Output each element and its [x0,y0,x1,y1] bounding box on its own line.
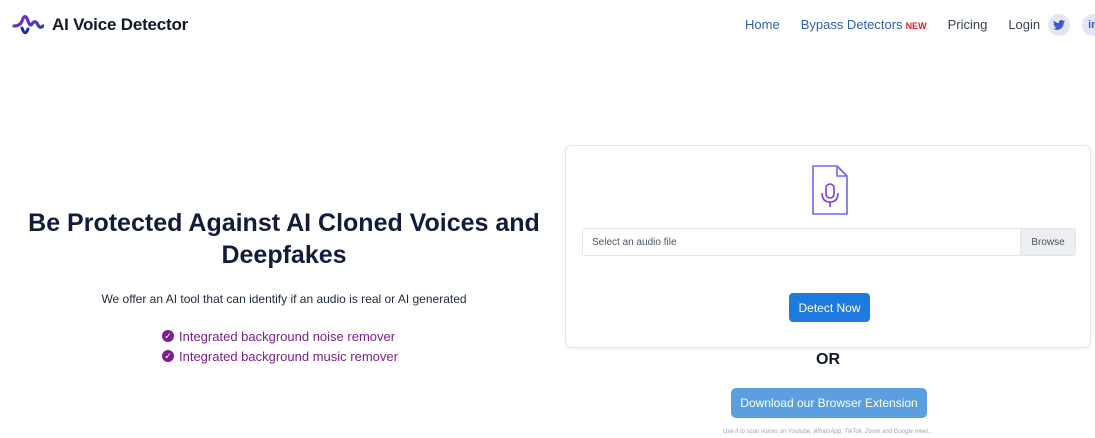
twitter-icon[interactable] [1048,14,1070,36]
feature-list: ✓ Integrated background noise remover ✓ … [162,326,398,366]
hero-title: Be Protected Against AI Cloned Voices an… [28,207,540,271]
hero-title-line2: Deepfakes [221,241,347,269]
check-circle-icon: ✓ [162,330,174,342]
nav-pricing-link[interactable]: Pricing [948,17,988,32]
hero-title-line1: Be Protected Against AI Cloned Voices an… [28,209,540,237]
linkedin-glyph: in [1088,19,1095,31]
file-picker[interactable]: Select an audio file Browse [582,228,1076,256]
audio-file-icon [812,165,848,215]
download-extension-button[interactable]: Download our Browser Extension [731,388,927,418]
feature-label: Integrated background music remover [179,348,398,364]
logo-waveform-icon [12,14,44,35]
feature-item: ✓ Integrated background music remover [162,346,398,366]
brand-logo[interactable]: AI Voice Detector [12,10,188,40]
nav-home-link[interactable]: Home [745,17,780,32]
feature-label: Integrated background noise remover [179,328,396,344]
detect-now-button[interactable]: Detect Now [789,293,870,322]
nav-bypass-label: Bypass Detectors [800,17,903,32]
main-nav: Home Bypass Detectors NEW Pricing Login [745,17,1061,32]
twitter-bird-icon [1053,20,1065,30]
brand-name: AI Voice Detector [52,15,189,34]
check-circle-icon: ✓ [162,350,174,362]
nav-bypass-detectors-link[interactable]: Bypass Detectors NEW [801,17,927,32]
extension-note: Use it to scan voices on Youtube, WhatsA… [722,429,934,435]
nav-login-link[interactable]: Login [1008,17,1040,32]
linkedin-icon[interactable]: in [1082,14,1095,36]
feature-item: ✓ Integrated background noise remover [162,326,398,346]
browse-button[interactable]: Browse [1020,229,1075,255]
hero-subtitle: We offer an AI tool that can identify if… [101,292,467,306]
new-badge: NEW [905,21,927,31]
or-divider: OR [816,351,840,368]
file-input[interactable]: Select an audio file [583,229,1020,255]
upload-card: Select an audio file Browse Detect Now [565,145,1091,348]
